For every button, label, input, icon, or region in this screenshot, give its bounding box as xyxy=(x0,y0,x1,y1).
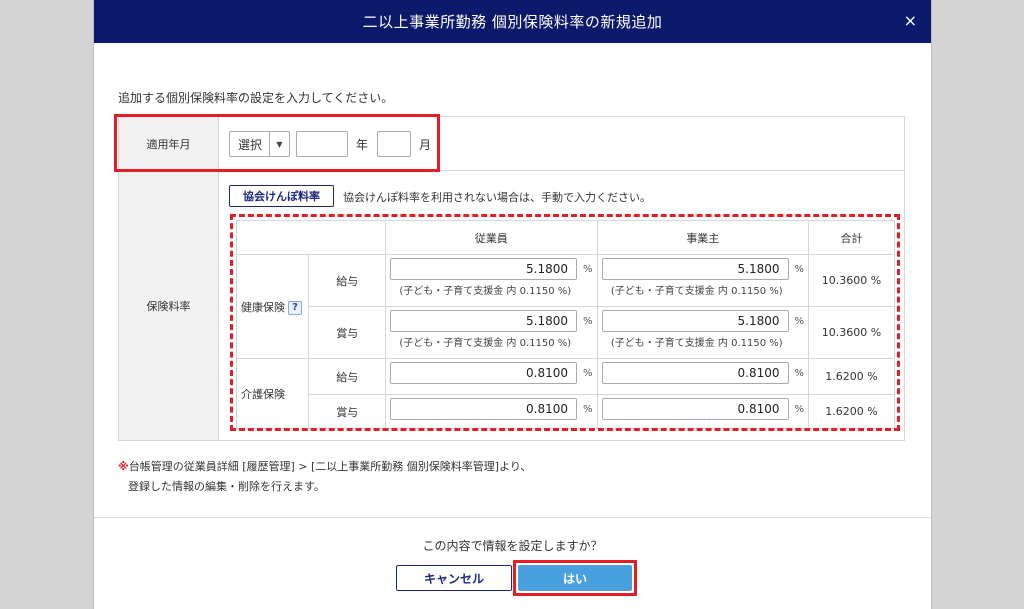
background-left xyxy=(0,0,94,609)
highlight-rate-table xyxy=(230,214,900,431)
highlight-date xyxy=(114,114,440,172)
kyokai-note: 協会けんぽ料率を利用されない場合は、手動で入力ください。 xyxy=(343,191,651,204)
background-right xyxy=(931,0,1024,609)
dialog-header: 二以上事業所勤務 個別保険料率の新規追加 × xyxy=(94,0,931,43)
confirm-text: この内容で情報を設定しますか？ xyxy=(422,539,603,553)
dialog-title: 二以上事業所勤務 個別保険料率の新規追加 xyxy=(362,13,663,31)
dialog-footer: この内容で情報を設定しますか？ キャンセル はい xyxy=(94,517,931,609)
dialog: 二以上事業所勤務 個別保険料率の新規追加 × 追加する個別保険料率の設定を入力し… xyxy=(94,0,931,609)
note-text-1: 台帳管理の従業員詳細 [履歴管理] > [二以上事業所勤務 個別保険料率管理]よ… xyxy=(128,460,532,473)
note-mark: ※ xyxy=(118,460,129,473)
note-line-2: 登録した情報の編集・削除を行えます。 xyxy=(128,480,325,493)
close-icon[interactable]: × xyxy=(904,11,917,30)
intro-text: 追加する個別保険料率の設定を入力してください。 xyxy=(118,91,394,105)
kyokai-rate-button[interactable]: 協会けんぽ料率 xyxy=(229,185,334,207)
highlight-ok xyxy=(513,560,637,596)
cancel-button[interactable]: キャンセル xyxy=(396,565,512,591)
note-line-1: ※台帳管理の従業員詳細 [履歴管理] > [二以上事業所勤務 個別保険料率管理]… xyxy=(118,458,531,474)
rate-label: 保険料率 xyxy=(119,171,219,440)
